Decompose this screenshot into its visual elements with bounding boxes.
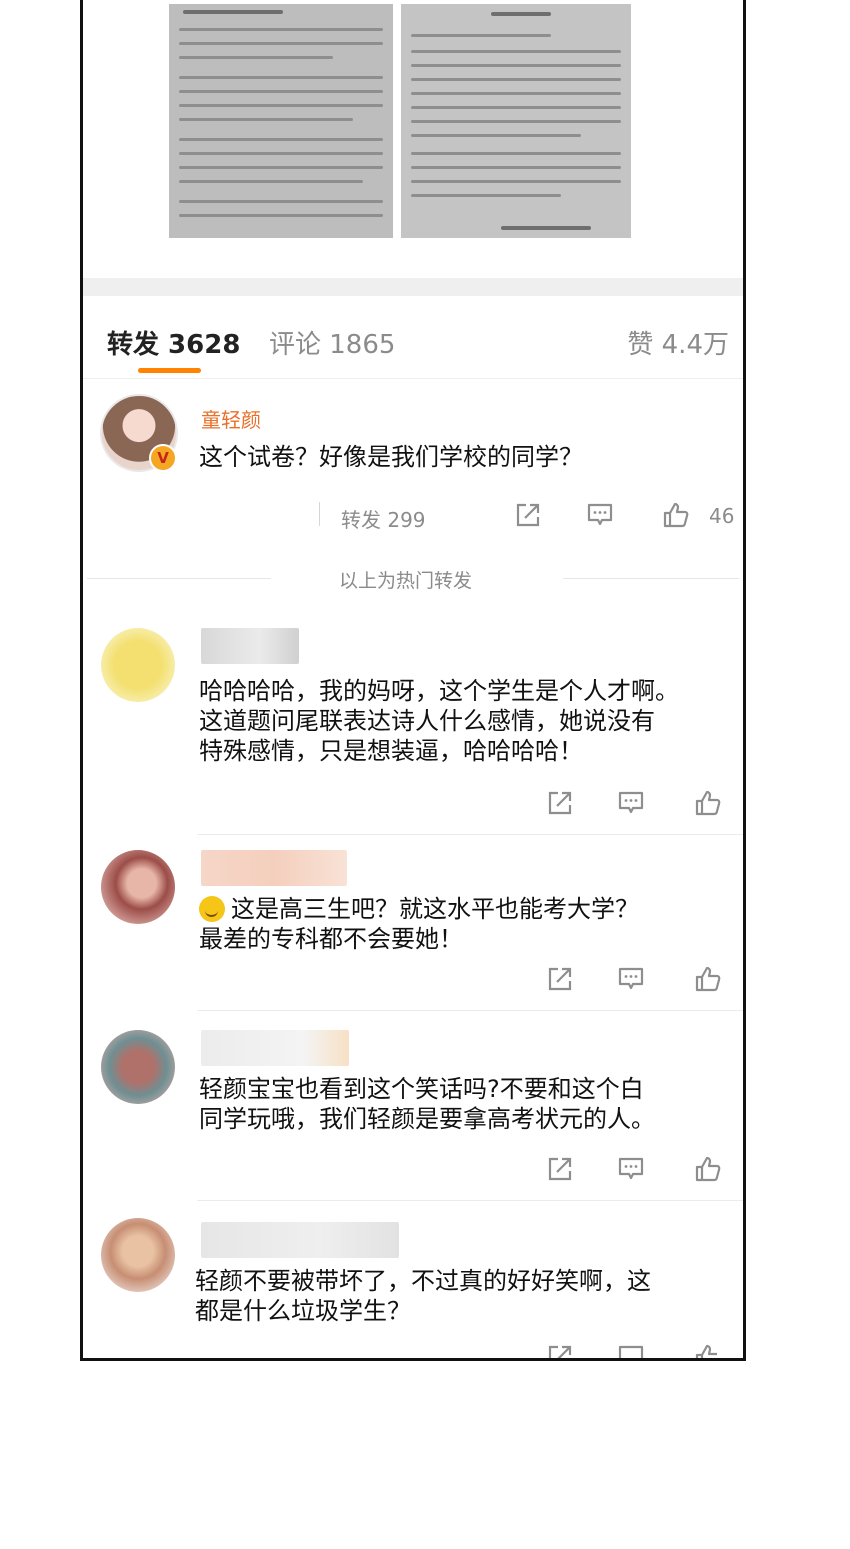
blurred-username[interactable] (201, 850, 347, 886)
like-count[interactable]: 46 (709, 504, 734, 528)
avatar[interactable] (101, 850, 175, 924)
tab-comments[interactable]: 评论 1865 (269, 324, 395, 361)
comment-icon[interactable] (616, 964, 646, 994)
blurred-username[interactable] (201, 1030, 349, 1066)
hot-reposts-label: 以上为热门转发 (339, 570, 473, 592)
repost-count[interactable]: 转发 299 (341, 504, 426, 533)
exam-photo-left[interactable] (169, 4, 393, 238)
smile-emoji-icon (199, 896, 225, 922)
divider (319, 502, 320, 526)
blurred-username[interactable] (201, 1222, 399, 1258)
active-tab-indicator (138, 368, 201, 373)
comment-icon[interactable] (616, 788, 646, 818)
exam-photo-right[interactable] (401, 4, 631, 238)
avatar[interactable] (101, 1030, 175, 1104)
divider (197, 834, 743, 835)
like-icon[interactable] (693, 1154, 723, 1184)
weibo-screen: 转发 3628 评论 1865 赞 4.4万 V 童轻颜 这个试卷？好像是我们学… (80, 0, 746, 1361)
divider (87, 578, 271, 579)
comment-text: 轻颜宝宝也看到这个笑话吗?不要和这个白 同学玩哦，我们轻颜是要拿高考状元的人。 (199, 1075, 655, 1133)
comment-icon[interactable] (616, 1154, 646, 1184)
tab-reposts[interactable]: 转发 3628 (107, 324, 240, 361)
avatar[interactable] (101, 628, 175, 702)
section-gap (83, 278, 743, 296)
blurred-username[interactable] (201, 628, 299, 664)
like-icon[interactable] (661, 500, 691, 530)
like-icon[interactable] (693, 964, 723, 994)
avatar[interactable] (101, 1218, 175, 1292)
share-icon[interactable] (545, 1342, 575, 1358)
like-icon[interactable] (693, 788, 723, 818)
share-icon[interactable] (513, 500, 543, 530)
like-icon[interactable] (693, 1342, 723, 1358)
share-icon[interactable] (545, 964, 575, 994)
divider (197, 1200, 743, 1201)
divider (197, 1010, 743, 1011)
comment-text: 轻颜不要被带坏了，不过真的好好笑啊，这 都是什么垃圾学生？ (195, 1267, 651, 1325)
share-icon[interactable] (545, 1154, 575, 1184)
comment-text: 这是高三生吧？就这水平也能考大学？ 最差的专科都不会要她！ (199, 895, 639, 953)
author-name[interactable]: 童轻颜 (201, 404, 261, 433)
divider (563, 578, 739, 579)
comment-text: 哈哈哈哈，我的妈呀，这个学生是个人才啊。 这道题问尾联表达诗人什么感情，她说没有特… (199, 677, 679, 765)
repost-text: 这个试卷？好像是我们学校的同学？ (199, 443, 583, 471)
comment-icon[interactable] (585, 500, 615, 530)
comment-icon[interactable] (616, 1342, 646, 1358)
tab-bar: 转发 3628 评论 1865 赞 4.4万 (83, 296, 743, 379)
tab-likes[interactable]: 赞 4.4万 (627, 324, 729, 361)
verified-icon: V (149, 444, 177, 472)
share-icon[interactable] (545, 788, 575, 818)
